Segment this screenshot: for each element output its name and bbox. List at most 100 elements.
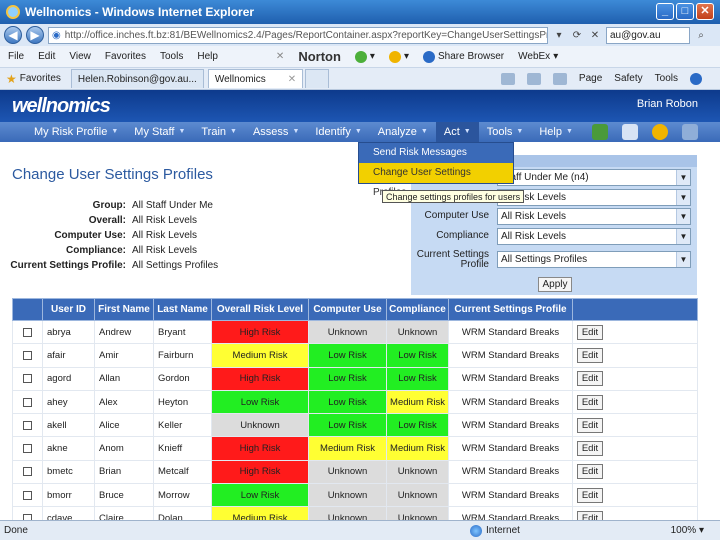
header-settings-profile[interactable]: Current Settings Profile (448, 298, 573, 321)
cell-first-name: Andrew (94, 319, 154, 345)
nav-train[interactable]: Train ▼ (193, 122, 245, 142)
help-icon[interactable] (690, 72, 702, 85)
norton-safe-icon[interactable]: ▾ (354, 50, 375, 63)
nav-help[interactable]: Help ▼ (531, 122, 581, 142)
print-icon[interactable] (552, 72, 567, 85)
tab-wellnomics[interactable]: Wellnomics ✕ (207, 69, 304, 88)
header-compliance[interactable]: Compliance (386, 298, 449, 321)
window-titlebar: Wellnomics - Windows Internet Explorer _… (0, 0, 720, 24)
zoom-level[interactable]: 100% ▾ (671, 525, 720, 536)
row-checkbox[interactable] (23, 350, 32, 360)
nav-identify[interactable]: Identify ▼ (307, 122, 369, 142)
cell-user-id: agord (42, 366, 95, 391)
favorites-star-icon[interactable]: ★ (6, 72, 17, 86)
refresh-icon[interactable]: ⟳ (570, 30, 584, 41)
back-icon[interactable]: ◀ (4, 26, 22, 44)
row-checkbox[interactable] (23, 420, 32, 430)
header-first-name[interactable]: First Name (94, 298, 154, 321)
forward-icon[interactable]: ▶ (26, 26, 44, 44)
norton-button[interactable]: Norton (298, 49, 341, 64)
apply-button[interactable]: Apply (538, 277, 572, 292)
zone-label: Internet (486, 525, 520, 536)
edit-button[interactable]: Edit (577, 464, 603, 480)
cell-settings-profile: WRM Standard Breaks (448, 459, 573, 485)
menu-tools[interactable]: Tools (160, 51, 183, 62)
header-overall-risk[interactable]: Overall Risk Level (211, 298, 309, 321)
feeds-icon[interactable] (526, 72, 541, 85)
search-icon[interactable]: ⌕ (694, 30, 708, 41)
page-menu[interactable]: Page (579, 73, 602, 84)
cell-user-id: akell (42, 413, 95, 438)
minimize-icon[interactable]: _ (656, 3, 674, 20)
nav-tools[interactable]: Tools ▼ (479, 122, 532, 142)
nav-act[interactable]: Act ▼ (435, 122, 479, 142)
nav-analyze[interactable]: Analyze ▼ (370, 122, 436, 142)
stop-icon[interactable]: ✕ (588, 30, 602, 41)
app-header: wellnomics Brian Robon (0, 90, 720, 122)
edit-button[interactable]: Edit (577, 417, 603, 433)
nav-assess[interactable]: Assess ▼ (245, 122, 307, 142)
cell-overall-risk: Low Risk (211, 483, 309, 508)
print-page-icon[interactable] (622, 124, 638, 140)
cell-last-name: Knieff (153, 436, 212, 461)
edit-button[interactable]: Edit (577, 394, 603, 410)
export-icon[interactable] (592, 124, 608, 140)
edit-button[interactable]: Edit (577, 487, 603, 503)
edit-button[interactable]: Edit (577, 324, 603, 340)
cell-control: Edit (572, 389, 698, 415)
row-checkbox[interactable] (23, 374, 32, 384)
table-row: bmetc Brian Metcalf High Risk Unknown Unknown… (12, 459, 698, 485)
computer-use-select[interactable]: All Risk Levels ▼ (497, 207, 691, 225)
menu-edit[interactable]: Edit (38, 51, 55, 62)
row-checkbox[interactable] (23, 397, 32, 407)
nav-my-staff[interactable]: My Staff ▼ (126, 122, 193, 142)
menu-favorites[interactable]: Favorites (105, 51, 146, 62)
overall-select[interactable]: All Risk Levels ▼ (497, 188, 691, 206)
header-computer-use[interactable]: Computer Use (308, 298, 387, 321)
edit-button[interactable]: Edit (577, 441, 603, 457)
logout-icon[interactable] (682, 124, 698, 140)
webex-button[interactable]: WebEx ▾ (518, 51, 558, 62)
menu-help[interactable]: Help (197, 51, 218, 62)
home-icon[interactable] (500, 72, 515, 85)
dropdown-arrow-icon[interactable]: ▾ (552, 30, 566, 41)
url-text: http://office.inches.ft.bz:81/BEWellnomi… (64, 29, 548, 41)
search-text: au@gov.au (610, 29, 661, 41)
close-icon[interactable]: ✕ (696, 3, 714, 20)
tools-menu[interactable]: Tools (655, 73, 678, 84)
settings-profile-select[interactable]: All Settings Profiles ▼ (497, 251, 691, 268)
edit-button[interactable]: Edit (577, 371, 603, 387)
help-circle-icon[interactable] (652, 124, 668, 140)
menu-item-change-user-settings[interactable]: Change User Settings Profiles (359, 163, 513, 198)
row-checkbox[interactable] (23, 467, 32, 477)
menu-file[interactable]: File (8, 51, 24, 62)
compliance-select[interactable]: All Risk Levels ▼ (497, 227, 691, 245)
favorites-button[interactable]: Favorites (20, 73, 61, 84)
edit-button[interactable]: Edit (577, 347, 603, 363)
row-checkbox[interactable] (23, 327, 32, 337)
new-tab-button[interactable] (305, 69, 330, 88)
cell-control: Edit (572, 366, 698, 391)
tab-email[interactable]: Helen.Robinson@gov.au... (70, 69, 204, 88)
maximize-icon[interactable]: □ (676, 3, 694, 20)
close-toolbar-icon[interactable]: ✕ (276, 51, 284, 62)
row-checkbox[interactable] (23, 444, 32, 454)
url-input[interactable]: ◉ http://office.inches.ft.bz:81/BEWellno… (48, 26, 548, 44)
table-body: abrya Andrew Bryant High Risk Unknown Unknown… (12, 319, 698, 531)
menu-view[interactable]: View (69, 51, 91, 62)
safety-menu[interactable]: Safety (614, 73, 642, 84)
search-input[interactable]: au@gov.au (606, 26, 690, 44)
cell-compliance: Medium Risk (386, 389, 449, 415)
row-checkbox[interactable] (23, 490, 32, 500)
header-user-id[interactable]: User ID (42, 298, 95, 321)
norton-identity-icon[interactable]: ▾ (388, 50, 409, 63)
group-select[interactable]: Staff Under Me (n4) ▼ (497, 168, 691, 186)
cell-computer-use: Low Risk (308, 366, 387, 391)
nav-my-risk-profile[interactable]: My Risk Profile ▼ (26, 122, 126, 142)
header-last-name[interactable]: Last Name (153, 298, 212, 321)
share-browser-button[interactable]: Share Browser (422, 50, 504, 63)
cell-control (12, 483, 43, 508)
close-tab-icon[interactable]: ✕ (288, 74, 296, 85)
menu-item-send-risk-messages[interactable]: Send Risk Messages (359, 143, 513, 163)
cell-control (12, 366, 43, 391)
